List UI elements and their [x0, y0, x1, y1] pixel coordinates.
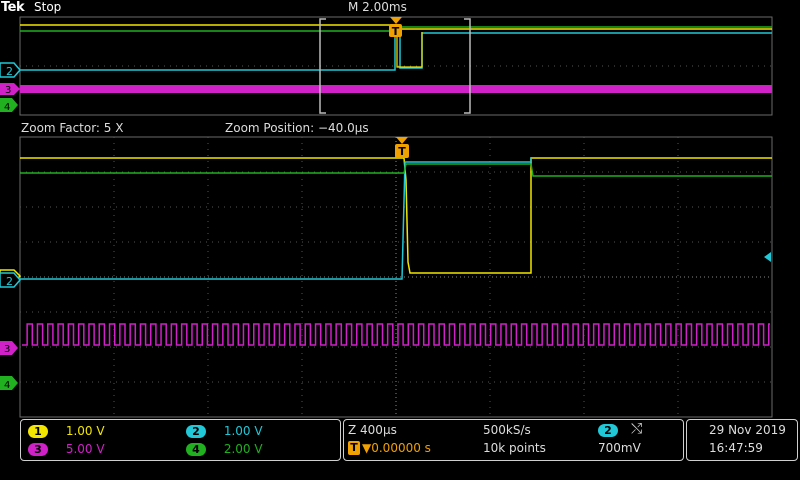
zoom-ch3-marker[interactable]: 3 [0, 341, 18, 355]
zoom-window: T [19, 136, 773, 418]
zoom-ch4-marker[interactable]: 4 [0, 376, 18, 391]
horizontal-trigger-panel[interactable]: Z 400µs 500kS/s T ▼0.00000 s 10k points … [343, 419, 684, 461]
overview-ch4-marker[interactable]: 4 [0, 98, 18, 113]
datetime-panel: 29 Nov 2019 16:47:59 [686, 419, 798, 461]
svg-text:2: 2 [6, 65, 13, 78]
svg-text:2: 2 [6, 275, 13, 288]
ch2-setting[interactable]: 2 1.00 V [186, 423, 263, 439]
trigger-source-badge: 2 [598, 424, 618, 437]
ch4-setting[interactable]: 4 2.00 V [186, 441, 263, 457]
ch2-scale: 1.00 V [223, 424, 263, 438]
svg-text:4: 4 [4, 102, 10, 113]
overview-ch3-marker[interactable]: 3 [0, 83, 20, 96]
date: 29 Nov 2019 [709, 423, 786, 437]
waveform-display: T 2 3 4 T 2 3 4 [0, 16, 773, 418]
vertical-settings-panel[interactable]: 1 1.00 V 2 1.00 V 3 5.00 V 4 2.00 V [20, 419, 341, 461]
sample-rate: 500kS/s [483, 423, 531, 437]
svg-text:T: T [392, 25, 400, 38]
record-length: 10k points [483, 441, 546, 455]
trigger-position: ▼0.00000 s [362, 441, 431, 455]
ch1-badge: 1 [28, 425, 48, 438]
ch2-badge: 2 [186, 425, 206, 438]
ch3-setting[interactable]: 3 5.00 V [28, 441, 105, 457]
ch4-scale: 2.00 V [223, 442, 263, 456]
svg-text:4: 4 [4, 380, 10, 391]
trigger-level: 700mV [598, 441, 641, 455]
svg-text:T: T [398, 145, 406, 158]
ch1-scale: 1.00 V [65, 424, 105, 438]
overview-ch2-marker[interactable]: 2 [0, 62, 21, 78]
ch1-setting[interactable]: 1 1.00 V [28, 423, 105, 439]
time: 16:47:59 [709, 441, 763, 455]
ch3-scale: 5.00 V [65, 442, 105, 456]
svg-text:3: 3 [5, 85, 11, 96]
trigger-position-icon: T [348, 441, 360, 455]
overview-window: T [19, 16, 773, 116]
rising-edge-icon: ⤭ [631, 421, 643, 437]
ch3-badge: 3 [28, 443, 48, 456]
zoom-timebase: Z 400µs [348, 423, 397, 437]
svg-text:3: 3 [4, 344, 10, 355]
overview-ch3-band [20, 85, 772, 93]
ch4-badge: 4 [186, 443, 206, 456]
